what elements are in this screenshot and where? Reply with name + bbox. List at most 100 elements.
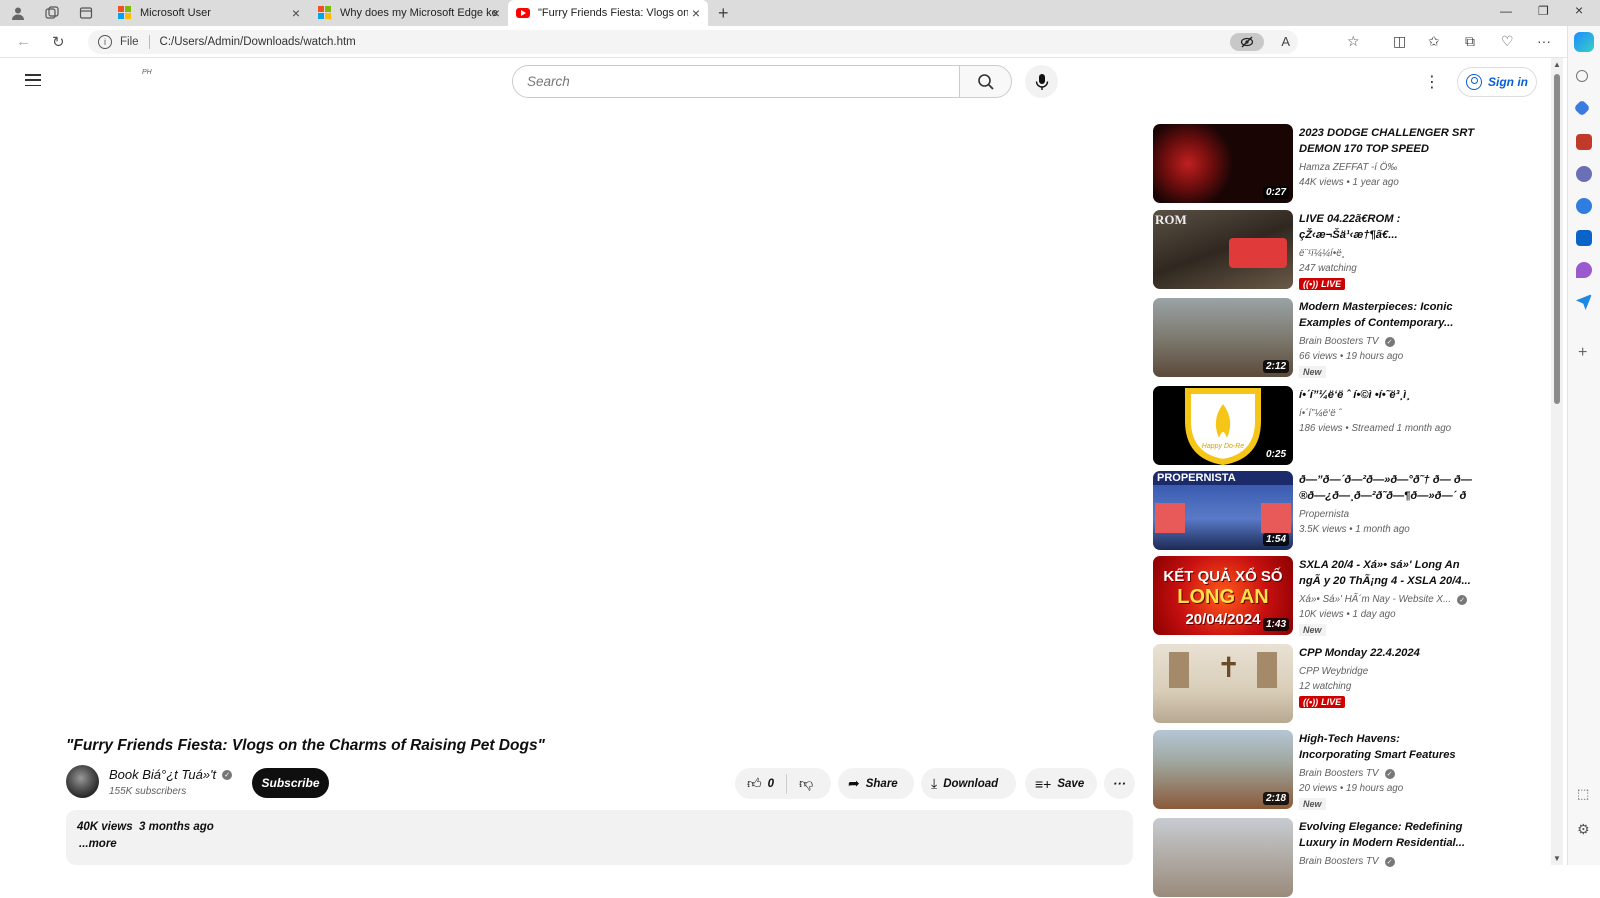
channel-label[interactable]: í•´í”¼ë‘ë ˆ [1299, 408, 1342, 419]
recommendation-title[interactable]: ð—”ð—´ð—²ð—»ð—°ð˜† ð— ð—®ð—¿ð—¸ð—²ð˜ð—¶ð… [1299, 472, 1475, 506]
video-thumbnail[interactable]: PROPERNISTA 1:54 [1153, 471, 1293, 550]
designer-icon[interactable] [1576, 262, 1592, 278]
recommendation-title[interactable]: CPP Monday 22.4.2024 [1299, 645, 1475, 661]
video-thumbnail[interactable]: 2:12 [1153, 298, 1293, 377]
shopping-tag-icon[interactable] [1573, 99, 1591, 117]
read-aloud-icon[interactable]: A [1281, 34, 1290, 49]
info-icon[interactable]: i [98, 35, 112, 49]
workspaces-icon[interactable] [42, 4, 62, 22]
search-box[interactable] [512, 65, 960, 98]
split-screen-icon[interactable]: ◫ [1393, 33, 1406, 50]
share-button[interactable]: ➦ Share [838, 768, 914, 799]
scrollbar-thumb[interactable] [1554, 74, 1560, 404]
channel-label[interactable]: Brain Boosters TV [1299, 768, 1379, 779]
close-tab-icon[interactable]: × [692, 5, 700, 21]
recommendation-item[interactable]: Evolving Elegance: Redefining Luxury in … [1153, 818, 1548, 898]
recommendation-title[interactable]: SXLA 20/4 - Xá»• sá»' Long An ngÃ y 20 T… [1299, 557, 1475, 589]
send-icon[interactable] [1576, 294, 1592, 310]
recommendation-channel[interactable]: CPP Weybridge [1299, 666, 1368, 677]
refresh-icon[interactable]: ↻ [52, 33, 65, 51]
channel-label[interactable]: Propernista [1299, 509, 1349, 520]
url-text[interactable]: C:/Users/Admin/Downloads/watch.htm [160, 36, 356, 48]
recommendation-title[interactable]: High-Tech Havens: Incorporating Smart Fe… [1299, 731, 1475, 765]
browser-essentials-icon[interactable]: ♡ [1501, 33, 1514, 50]
description-box[interactable]: 40K views 3 months ago ...more [66, 810, 1133, 865]
back-icon[interactable]: ← [16, 33, 31, 50]
tab-actions-icon[interactable] [76, 4, 96, 22]
recommendation-title[interactable]: LIVE 04.22ã€ROM : çŽ‹æ¬Šä¹‹æ†¶ã€... [1299, 211, 1475, 243]
more-actions-button[interactable]: ··· [1104, 768, 1135, 799]
settings-more-icon[interactable]: ⋮ [1424, 72, 1440, 92]
download-button[interactable]: ⤓ Download [921, 768, 1016, 799]
search-button[interactable] [959, 65, 1012, 98]
show-more-link[interactable]: ...more [79, 838, 117, 850]
games-icon[interactable] [1576, 166, 1592, 182]
profile-icon[interactable] [8, 4, 28, 22]
recommendation-item[interactable]: ROM LIVE 04.22ã€ROM : çŽ‹æ¬Šä¹‹æ†¶ã€... … [1153, 210, 1548, 290]
search-input[interactable] [527, 74, 927, 89]
video-thumbnail[interactable]: KẾT QUẢ XỔ SỐ LONG AN 20/04/2024 1:43 [1153, 556, 1293, 635]
microsoft-365-icon[interactable] [1576, 198, 1592, 214]
tab-edge-question[interactable]: Why does my Microsoft Edge ke × [310, 0, 508, 26]
save-button[interactable]: ≡+ Save [1025, 768, 1097, 799]
address-bar[interactable]: i File C:/Users/Admin/Downloads/watch.ht… [88, 30, 1298, 54]
minimize-icon[interactable]: — [1500, 4, 1512, 18]
recommendation-item[interactable]: ✝ CPP Monday 22.4.2024 CPP Weybridge 12 … [1153, 644, 1548, 724]
menu-icon[interactable] [25, 74, 41, 86]
recommendation-title[interactable]: Evolving Elegance: Redefining Luxury in … [1299, 819, 1475, 851]
thumbs-down-icon[interactable]: 👎︎ [799, 775, 813, 792]
recommendation-channel[interactable]: Hamza ZEFFAT -í Ö‰ [1299, 162, 1397, 173]
video-thumbnail[interactable]: ✝ [1153, 644, 1293, 723]
tab-furry-friends[interactable]: "Furry Friends Fiesta: Vlogs on th × [508, 0, 708, 26]
channel-label[interactable]: Brain Boosters TV [1299, 336, 1379, 347]
video-thumbnail[interactable]: 2:18 [1153, 730, 1293, 809]
favorite-star-icon[interactable]: ☆ [1347, 33, 1360, 50]
tracking-prevention-icon[interactable] [1230, 33, 1264, 51]
recommendation-item[interactable]: 0:27 2023 DODGE CHALLENGER SRT DEMON 170… [1153, 124, 1548, 204]
recommendation-channel[interactable]: Brain Boosters TV ✓ [1299, 336, 1395, 347]
scroll-down-icon[interactable]: ▼ [1553, 854, 1561, 863]
sign-in-button[interactable]: Sign in [1457, 67, 1537, 97]
recommendation-channel[interactable]: Xá»• Sá»' HÃ´m Nay - Website X... ✓ [1299, 594, 1468, 605]
sidebar-settings-icon[interactable]: ⚙ [1577, 821, 1590, 838]
recommendation-channel[interactable]: Brain Boosters TV ✓ [1299, 856, 1395, 867]
recommendation-title[interactable]: í•´í”¼ë‘ë ˆ í•©ì •í•˜ë³¸ì¸ [1299, 387, 1475, 403]
scroll-up-icon[interactable]: ▲ [1553, 60, 1561, 69]
video-thumbnail[interactable]: 0:27 [1153, 124, 1293, 203]
recommendation-item[interactable]: Happy Do-Re 0:25 í•´í”¼ë‘ë ˆ í•©ì •í•˜ë³… [1153, 386, 1548, 466]
restore-icon[interactable]: ❐ [1538, 4, 1549, 18]
page-scrollbar[interactable]: ▲ ▼ [1551, 58, 1563, 865]
new-tab-icon[interactable]: + [718, 3, 729, 24]
tab-microsoft-user[interactable]: Microsoft User × [110, 0, 308, 26]
favorites-icon[interactable]: ✩ [1428, 33, 1440, 50]
video-thumbnail[interactable]: Happy Do-Re 0:25 [1153, 386, 1293, 465]
channel-label[interactable]: Hamza ZEFFAT -í Ö‰ [1299, 162, 1397, 173]
copilot-icon[interactable] [1574, 32, 1594, 52]
close-tab-icon[interactable]: × [292, 5, 300, 21]
video-thumbnail[interactable] [1153, 818, 1293, 897]
collections-icon[interactable]: ⧉ [1465, 33, 1475, 50]
channel-name[interactable]: Book Biá°¿t Tuá»'t [109, 767, 216, 782]
channel-label[interactable]: CPP Weybridge [1299, 666, 1368, 677]
close-tab-icon[interactable]: × [492, 5, 500, 21]
recommendation-channel[interactable]: Brain Boosters TV ✓ [1299, 768, 1395, 779]
add-sidebar-app-icon[interactable]: + [1578, 344, 1587, 362]
recommendation-item[interactable]: 2:12 Modern Masterpieces: Iconic Example… [1153, 298, 1548, 378]
close-window-icon[interactable]: × [1575, 2, 1583, 18]
channel-label[interactable]: Brain Boosters TV [1299, 856, 1379, 867]
search-icon[interactable] [1576, 70, 1588, 82]
channel-label[interactable]: ë¨¹ï¼¼í•ë¸ [1299, 248, 1345, 259]
recommendation-channel[interactable]: Propernista [1299, 509, 1349, 520]
subscribe-button[interactable]: Subscribe [252, 768, 329, 798]
voice-search-button[interactable] [1025, 65, 1058, 98]
outlook-icon[interactable] [1576, 230, 1592, 246]
like-button[interactable]: 👍︎ 0 [747, 775, 774, 792]
screenshot-icon[interactable]: ⬚ [1577, 786, 1589, 802]
channel-label[interactable]: Xá»• Sá»' HÃ´m Nay - Website X... [1299, 594, 1451, 605]
recommendation-item[interactable]: PROPERNISTA 1:54 ð—”ð—´ð—²ð—»ð—°ð˜† ð— ð… [1153, 471, 1548, 551]
recommendation-title[interactable]: 2023 DODGE CHALLENGER SRT DEMON 170 TOP … [1299, 125, 1475, 157]
recommendation-item[interactable]: KẾT QUẢ XỔ SỐ LONG AN 20/04/2024 1:43 SXLA… [1153, 556, 1548, 636]
recommendation-item[interactable]: 2:18 High-Tech Havens: Incorporating Sma… [1153, 730, 1548, 810]
settings-more-icon[interactable]: ··· [1537, 33, 1551, 49]
recommendation-title[interactable]: Modern Masterpieces: Iconic Examples of … [1299, 299, 1475, 331]
